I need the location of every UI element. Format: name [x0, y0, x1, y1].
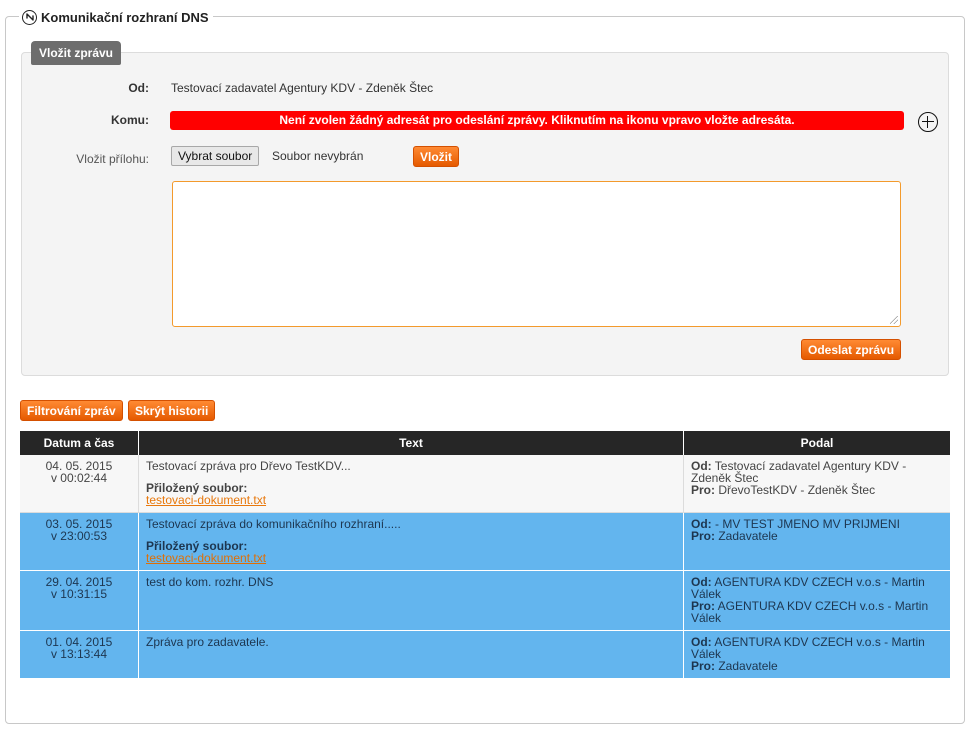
row-to: Zadavatele — [718, 659, 778, 673]
fieldset-legend: Komunikační rozhraní DNS — [19, 7, 213, 27]
text-cell: Testovací zpráva do komunikačního rozhra… — [138, 512, 684, 571]
compose-tab[interactable]: Vložit zprávu — [31, 41, 122, 65]
row-text: Zpráva pro zadavatele. — [146, 635, 269, 649]
add-recipient-icon[interactable] — [918, 112, 938, 132]
attachment-link[interactable]: testovaci-dokument.txt — [146, 493, 266, 507]
row-time: v 13:13:44 — [50, 647, 108, 661]
sender-cell: Od: AGENTURA KDV CZECH v.o.s - Martin Vá… — [683, 630, 950, 679]
col-header-text[interactable]: Text — [138, 431, 684, 455]
message-textarea[interactable] — [172, 181, 901, 327]
recipient-alert: Není zvolen žádný adresát pro odeslání z… — [170, 111, 904, 130]
sender-cell: Od: - MV TEST JMENO MV PRIJMENI Pro: Zad… — [683, 512, 950, 571]
text-cell: Zpráva pro zadavatele. — [138, 630, 684, 679]
row-to: DřevoTestKDV - Zdeněk Štec — [718, 483, 876, 497]
from-label: Od: — [128, 81, 149, 95]
table-row[interactable]: 01. 04. 2015 v 13:13:44 Zpráva pro zadav… — [20, 630, 950, 679]
to-label: Pro: — [691, 659, 715, 673]
row-time: v 23:00:53 — [50, 529, 108, 543]
date-cell: 01. 04. 2015 v 13:13:44 — [20, 630, 139, 679]
row-from: AGENTURA KDV CZECH v.o.s - Martin Válek — [691, 635, 925, 661]
hide-history-button[interactable]: Skrýt historii — [128, 400, 216, 421]
choose-file-button[interactable]: Vybrat soubor — [171, 146, 260, 166]
to-label: Pro: — [691, 529, 715, 543]
col-header-sender[interactable]: Podal — [683, 431, 950, 455]
fieldset-title: Komunikační rozhraní DNS — [41, 9, 209, 25]
date-cell: 29. 04. 2015 v 10:31:15 — [20, 570, 139, 631]
row-text: Testovací zpráva pro Dřevo TestKDV... — [146, 459, 351, 473]
row-text: test do kom. rozhr. DNS — [146, 575, 274, 589]
send-message-button[interactable]: Odeslat zprávu — [801, 339, 902, 360]
history-table: Datum a čas Text Podal 04. 05. 2015 v 00… — [20, 431, 950, 679]
filter-messages-button[interactable]: Filtrování zpráv — [20, 400, 123, 421]
to-label: Pro: — [691, 483, 715, 497]
row-from: AGENTURA KDV CZECH v.o.s - Martin Válek — [691, 575, 925, 601]
insert-attachment-button[interactable]: Vložit — [413, 146, 459, 167]
table-row[interactable]: 29. 04. 2015 v 10:31:15 test do kom. roz… — [20, 570, 950, 631]
row-to: AGENTURA KDV CZECH v.o.s - Martin Válek — [691, 599, 929, 625]
col-header-date[interactable]: Datum a čas — [20, 431, 139, 455]
circle-arrows-icon — [22, 9, 37, 25]
table-row[interactable]: 03. 05. 2015 v 23:00:53 Testovací zpráva… — [20, 512, 950, 571]
date-cell: 04. 05. 2015 v 00:02:44 — [20, 455, 139, 513]
text-cell: test do kom. rozhr. DNS — [138, 570, 684, 631]
text-cell: Testovací zpráva pro Dřevo TestKDV... Př… — [138, 455, 684, 513]
file-status: Soubor nevybrán — [272, 149, 364, 163]
from-value: Testovací zadavatel Agentury KDV - Zdeně… — [171, 81, 434, 95]
table-row[interactable]: 04. 05. 2015 v 00:02:44 Testovací zpráva… — [20, 455, 950, 513]
resize-handle[interactable] — [890, 316, 898, 324]
attachment-link[interactable]: testovaci-dokument.txt — [146, 551, 266, 565]
attach-label: Vložit přílohu: — [76, 152, 149, 166]
row-to: Zadavatele — [718, 529, 778, 543]
row-time: v 10:31:15 — [50, 587, 108, 601]
date-cell: 03. 05. 2015 v 23:00:53 — [20, 512, 139, 571]
row-time: v 00:02:44 — [50, 471, 108, 485]
row-from: Testovací zadavatel Agentury KDV - Zdeně… — [691, 459, 907, 485]
row-text: Testovací zpráva do komunikačního rozhra… — [146, 517, 401, 531]
to-label: Komu: — [111, 113, 149, 127]
sender-cell: Od: AGENTURA KDV CZECH v.o.s - Martin Vá… — [683, 570, 950, 631]
sender-cell: Od: Testovací zadavatel Agentury KDV - Z… — [683, 455, 950, 513]
